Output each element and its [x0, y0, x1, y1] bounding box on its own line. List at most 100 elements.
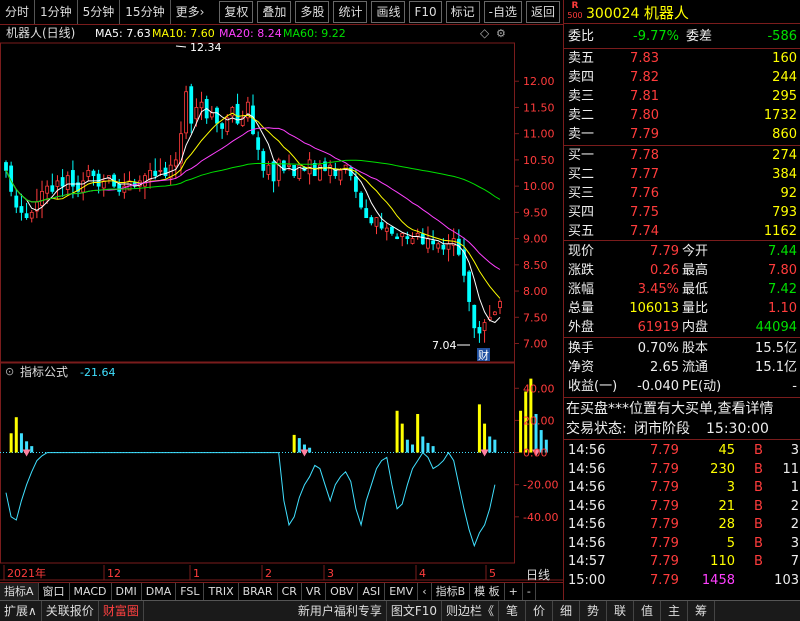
bids-row[interactable]: 买一 7.78 274 [564, 147, 800, 165]
bids-row[interactable]: 买四 7.75 793 [564, 204, 800, 222]
indicator-tab-6[interactable]: TRIX [204, 583, 239, 600]
tick-count: 2 [790, 498, 799, 514]
indicator-bar [292, 434, 296, 453]
indicator-tab-9[interactable]: VR [302, 583, 327, 600]
indicator-tab-2[interactable]: MACD [70, 583, 112, 600]
bottom-item-10[interactable]: 联 [607, 601, 635, 621]
bottom-item-12[interactable]: 主 [661, 601, 689, 621]
book-label: 买五 [568, 224, 595, 239]
period-tab-2[interactable]: 5分钟 [76, 0, 120, 24]
bottom-item-1[interactable]: 关联报价 [42, 601, 99, 621]
indicator-tick-label: -40.00 [523, 511, 558, 524]
candle [410, 238, 415, 244]
period-tab-0[interactable]: 分时 [0, 0, 34, 24]
book-label: 卖二 [568, 108, 595, 123]
tool-group: 复权 叠加 多股 统计 画线 F10 标记 -自选 返回 [217, 1, 562, 23]
indicator-tab-16[interactable]: + [505, 583, 523, 600]
indicator-tab-7[interactable]: BRAR [239, 583, 278, 600]
bottom-item-7[interactable]: 价 [526, 601, 554, 621]
tool-button-3[interactable]: 统计 [333, 1, 368, 23]
weibi-row: 委比 -9.77% 委差 -586 [564, 28, 800, 46]
bottom-item-9[interactable]: 势 [580, 601, 608, 621]
tick-volume: 45 [718, 443, 735, 458]
period-tab-1[interactable]: 1分钟 [34, 0, 77, 24]
period-tab-3[interactable]: 15分钟 [119, 0, 169, 24]
tick-side: B [754, 517, 763, 532]
bottom-item-0[interactable]: 扩展∧ [0, 601, 42, 621]
tool-button-6[interactable]: 标记 [445, 1, 480, 23]
bids-row[interactable]: 买五 7.74 1162 [564, 223, 800, 241]
indicator-tab-17[interactable]: - [523, 583, 536, 600]
price-tick-label: 7.50 [523, 311, 548, 324]
indicator-tab-5[interactable]: FSL [176, 583, 205, 600]
indicator-tab-12[interactable]: EMV [385, 583, 419, 600]
period-label[interactable]: 日线 [526, 568, 550, 582]
indicator-tab-10[interactable]: OBV [326, 583, 359, 600]
bids-row[interactable]: 买二 7.77 384 [564, 166, 800, 184]
tool-button-4[interactable]: 画线 [371, 1, 406, 23]
quote-value: 61919 [637, 320, 679, 335]
bids-row[interactable]: 买三 7.76 92 [564, 185, 800, 203]
weicha-value: -586 [767, 29, 797, 44]
quote2-value: 15.1亿 [755, 360, 797, 375]
bottom-item-2[interactable]: 财富圈 [99, 601, 144, 621]
gear-icon[interactable]: ⚙ [496, 27, 506, 40]
asks-row[interactable]: 卖三 7.81 295 [564, 88, 800, 106]
tool-button-7[interactable]: -自选 [483, 1, 522, 23]
asks-row[interactable]: 卖五 7.83 160 [564, 50, 800, 68]
indicator-tab-13[interactable]: ‹ [418, 583, 432, 600]
bottom-item-3[interactable]: 新用户福利专享 [294, 601, 387, 621]
bottom-item-5[interactable]: 则边栏《 [442, 601, 500, 621]
kline-chart-svg[interactable]: 机器人(日线) MA5: 7.63 MA10: 7.60 MA20: 8.24 … [0, 25, 563, 585]
signal-marker [22, 449, 31, 457]
tick-row: 14:56 7.79 230 B 11 [564, 461, 800, 479]
tool-button-8[interactable]: 返回 [526, 1, 561, 23]
asks-row[interactable]: 卖二 7.80 1732 [564, 107, 800, 125]
asks-row[interactable]: 卖四 7.82 244 [564, 69, 800, 87]
indicator-tab-0[interactable]: 指标A [0, 583, 39, 600]
candle [338, 170, 343, 181]
trade-status-label: 交易状态: [566, 421, 627, 437]
big-order-notice[interactable]: 在买盘***位置有大买单,查看详情 [564, 400, 800, 418]
bottom-item-11[interactable]: 值 [634, 601, 662, 621]
r-badge: R 500 [566, 1, 584, 21]
tick-side: B [754, 554, 763, 569]
period-group: 分时 1分钟 5分钟 15分钟 更多› [0, 0, 209, 24]
bottom-item-13[interactable]: 筹 [688, 601, 716, 621]
indicator-tab-4[interactable]: DMA [142, 583, 177, 600]
indicator-bar [488, 436, 492, 453]
book-price: 7.80 [630, 108, 659, 123]
tool-button-5[interactable]: F10 [409, 1, 442, 23]
r-badge-letter: R [571, 1, 579, 11]
candle [271, 161, 276, 182]
bottom-item-6[interactable]: 笔 [499, 601, 527, 621]
period-tab-4[interactable]: 更多› [169, 0, 210, 24]
indicator-tab-15[interactable]: 模 板 [470, 583, 505, 600]
tick-side: B [754, 443, 763, 458]
indicator-tab-3[interactable]: DMI [112, 583, 142, 600]
book-label: 买三 [568, 186, 595, 201]
indicator-bar [483, 423, 487, 453]
indicator-tab-11[interactable]: ASI [358, 583, 386, 600]
candle [446, 243, 451, 250]
price-tick-label: 7.00 [523, 338, 548, 351]
kline-chart-area[interactable]: 机器人(日线) MA5: 7.63 MA10: 7.60 MA20: 8.24 … [0, 25, 563, 585]
tick-count: 11 [782, 461, 799, 477]
indicator-tab-8[interactable]: CR [278, 583, 302, 600]
bottom-item-4[interactable]: 图文F10 [387, 601, 443, 621]
indicator-tab-1[interactable]: 窗口 [39, 583, 70, 600]
tool-button-2[interactable]: 多股 [295, 1, 330, 23]
indicator-tab-14[interactable]: 指标B [432, 583, 471, 600]
bottom-item-8[interactable]: 细 [553, 601, 581, 621]
diamond-icon[interactable]: ◇ [480, 26, 490, 40]
ma20-label: MA20: 8.24 [219, 27, 282, 40]
tool-button-1[interactable]: 叠加 [257, 1, 292, 23]
candle [4, 162, 8, 171]
weibi-value: -9.77% [633, 29, 679, 44]
tool-button-0[interactable]: 复权 [219, 1, 254, 23]
date-label: 1 [193, 567, 200, 580]
candle [117, 184, 122, 192]
asks-row[interactable]: 卖一 7.79 860 [564, 126, 800, 144]
quote2-label: 收益(一) [568, 379, 618, 394]
indicator-menu-icon[interactable]: ⊙ [5, 365, 14, 378]
